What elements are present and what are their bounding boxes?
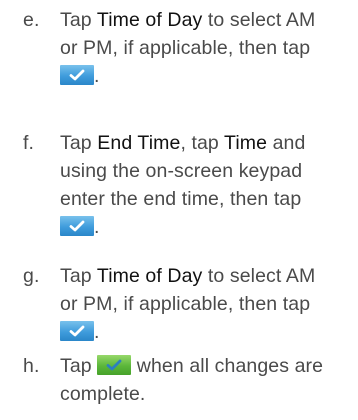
step-line: Tap Time of Day to select AM	[60, 262, 352, 290]
ui-term: Time of Day	[96, 9, 203, 31]
text-run: Tap	[60, 9, 97, 31]
step-text: Tap End Time, tap Time and using the on-…	[60, 129, 352, 241]
step-line: or PM, if applicable, then tap	[60, 37, 311, 59]
step-line: Tap Time of Day to select AM	[60, 6, 352, 34]
text-run: .	[94, 321, 100, 343]
step-line: using the on-screen keypad	[60, 160, 303, 182]
step-line: .	[60, 318, 352, 346]
step-line: Tap when all changes are	[60, 352, 352, 380]
ui-term: Time	[224, 132, 268, 154]
text-run: , tap	[180, 132, 225, 154]
checkmark-icon	[97, 355, 132, 375]
step-line: enter the end time, then tap	[60, 188, 302, 210]
step-letter: f.	[23, 132, 35, 154]
checkmark-icon	[60, 65, 94, 85]
step-letter: e.	[23, 9, 40, 31]
text-run: Tap	[60, 355, 98, 377]
checkmark-icon	[60, 321, 94, 341]
text-run: and	[267, 132, 306, 154]
step-line: .	[60, 213, 352, 241]
step-line: Tap End Time, tap Time and	[60, 129, 352, 157]
text-run: when all changes are	[131, 355, 324, 377]
step-letter: g.	[23, 265, 40, 287]
text-run: to select AM	[202, 265, 316, 287]
text-run: Tap	[60, 265, 97, 287]
text-run: Tap	[60, 132, 98, 154]
checkmark-icon	[60, 216, 94, 236]
step-line: .	[60, 62, 352, 90]
text-run: .	[94, 65, 100, 87]
step-line: complete.	[60, 383, 146, 405]
step-line: or PM, if applicable, then tap	[60, 293, 311, 315]
step-text: Tap Time of Day to select AM or PM, if a…	[60, 262, 352, 346]
text-run: .	[94, 216, 100, 238]
step-text: Tap Time of Day to select AM or PM, if a…	[60, 6, 352, 90]
ui-term: Time of Day	[96, 265, 203, 287]
step-letter: h.	[23, 355, 40, 377]
step-text: Tap when all changes are complete.	[60, 352, 352, 408]
text-run: to select AM	[202, 9, 316, 31]
ui-term: End Time	[97, 132, 181, 154]
